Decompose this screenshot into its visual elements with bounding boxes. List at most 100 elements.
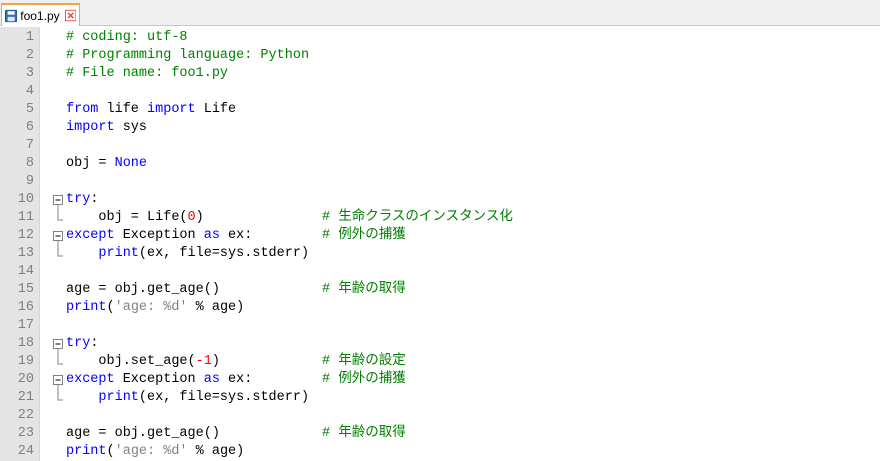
code-text: except Exception as ex: bbox=[66, 227, 252, 245]
code-line[interactable]: 13 print(ex, file=sys.stderr) bbox=[0, 245, 880, 263]
line-number: 17 bbox=[17, 318, 34, 333]
line-number: 4 bbox=[25, 84, 34, 99]
code-token: : bbox=[90, 336, 99, 351]
code-text: age = obj.get_age() bbox=[66, 281, 220, 299]
line-number: 8 bbox=[25, 156, 34, 171]
floppy-disk-icon bbox=[5, 9, 18, 22]
code-line[interactable]: 9 bbox=[0, 173, 880, 191]
code-token: 'age: %d' bbox=[114, 444, 188, 459]
code-line[interactable]: 8 obj = None bbox=[0, 155, 880, 173]
code-token: (ex, file=sys.stderr) bbox=[138, 390, 310, 405]
line-number: 1 bbox=[25, 30, 34, 45]
code-line[interactable]: 4 bbox=[0, 83, 880, 101]
code-text: # File name: foo1.py bbox=[66, 65, 228, 83]
code-text: try: bbox=[66, 335, 98, 353]
code-token: sys bbox=[114, 120, 148, 135]
code-line[interactable]: 6 import sys bbox=[0, 119, 880, 137]
tab-bar: foo1.py bbox=[0, 0, 880, 26]
code-token: 0 bbox=[187, 210, 196, 225]
line-number: 20 bbox=[17, 372, 34, 387]
code-token: ) bbox=[211, 354, 220, 369]
code-token: age = obj.get_age() bbox=[66, 426, 220, 441]
code-text: print(ex, file=sys.stderr) bbox=[66, 245, 309, 263]
code-text: obj.set_age(-1) bbox=[66, 353, 220, 371]
code-line[interactable]: 2 # Programming language: Python bbox=[0, 47, 880, 65]
code-token: print bbox=[98, 246, 139, 261]
code-line[interactable]: 24 print('age: %d' % age) bbox=[0, 443, 880, 461]
fold-minus-icon[interactable] bbox=[52, 371, 64, 389]
code-token: Exception bbox=[114, 228, 204, 243]
code-line[interactable]: 14 bbox=[0, 263, 880, 281]
code-text: print('age: %d' % age) bbox=[66, 443, 244, 461]
line-number: 6 bbox=[25, 120, 34, 135]
code-text: # coding: utf-8 bbox=[66, 29, 188, 47]
code-token: # coding: utf-8 bbox=[66, 30, 188, 45]
code-token: except bbox=[66, 228, 115, 243]
code-line[interactable]: 17 bbox=[0, 317, 880, 335]
code-editor[interactable]: 1 # coding: utf-8 2 # Programming language:… bbox=[0, 27, 880, 461]
inline-comment: # 例外の捕獲 bbox=[322, 372, 406, 387]
code-text: print(ex, file=sys.stderr) bbox=[66, 389, 309, 407]
line-number: 10 bbox=[17, 192, 34, 207]
code-token: % age) bbox=[187, 444, 245, 459]
code-line[interactable]: 5 from life import Life bbox=[0, 101, 880, 119]
code-line[interactable]: 18 try: bbox=[0, 335, 880, 353]
code-token: None bbox=[114, 156, 148, 171]
line-number: 7 bbox=[25, 138, 34, 153]
code-line[interactable]: 11 obj = Life(0) # 生命クラスのインスタンス化 bbox=[0, 209, 880, 227]
fold-end-icon bbox=[57, 209, 63, 221]
tab-foo1-py[interactable]: foo1.py bbox=[1, 3, 80, 26]
code-token: ) bbox=[195, 210, 204, 225]
code-line[interactable]: 23 age = obj.get_age() # 年齢の取得 bbox=[0, 425, 880, 443]
code-line[interactable]: 3 # File name: foo1.py bbox=[0, 65, 880, 83]
code-token: print bbox=[98, 390, 139, 405]
fold-end-icon bbox=[57, 389, 63, 401]
code-token: as bbox=[203, 228, 220, 243]
code-token: import bbox=[147, 102, 196, 117]
code-token: % age) bbox=[187, 300, 245, 315]
line-number: 18 bbox=[17, 336, 34, 351]
code-token: try bbox=[66, 336, 91, 351]
code-token: : bbox=[90, 192, 99, 207]
code-line[interactable]: 21 print(ex, file=sys.stderr) bbox=[0, 389, 880, 407]
code-line[interactable]: 16 print('age: %d' % age) bbox=[0, 299, 880, 317]
code-line[interactable]: 12 except Exception as ex: # 例外の捕獲 bbox=[0, 227, 880, 245]
code-token: -1 bbox=[195, 354, 212, 369]
line-number: 23 bbox=[17, 426, 34, 441]
tab-label: foo1.py bbox=[20, 8, 60, 23]
fold-minus-icon[interactable] bbox=[52, 191, 64, 209]
inline-comment: # 生命クラスのインスタンス化 bbox=[322, 210, 513, 225]
code-token: life bbox=[98, 102, 148, 117]
close-icon[interactable] bbox=[64, 9, 76, 22]
line-number: 22 bbox=[17, 408, 34, 423]
code-token: print bbox=[66, 300, 107, 315]
code-token: import bbox=[66, 120, 115, 135]
code-line[interactable]: 19 obj.set_age(-1) # 年齢の設定 bbox=[0, 353, 880, 371]
code-token: obj = Life( bbox=[66, 210, 188, 225]
code-token: ( bbox=[106, 444, 115, 459]
code-line[interactable]: 7 bbox=[0, 137, 880, 155]
code-token: 'age: %d' bbox=[114, 300, 188, 315]
fold-minus-icon[interactable] bbox=[52, 335, 64, 353]
code-token: Exception bbox=[114, 372, 204, 387]
line-number: 5 bbox=[25, 102, 34, 117]
code-text: try: bbox=[66, 191, 98, 209]
line-number: 2 bbox=[25, 48, 34, 63]
code-text: age = obj.get_age() bbox=[66, 425, 220, 443]
fold-minus-icon[interactable] bbox=[52, 227, 64, 245]
code-line[interactable]: 1 # coding: utf-8 bbox=[0, 29, 880, 47]
code-line[interactable]: 22 bbox=[0, 407, 880, 425]
line-number: 21 bbox=[17, 390, 34, 405]
code-line[interactable]: 15 age = obj.get_age() # 年齢の取得 bbox=[0, 281, 880, 299]
inline-comment: # 年齢の設定 bbox=[322, 354, 406, 369]
line-number: 9 bbox=[25, 174, 34, 189]
code-token: as bbox=[203, 372, 220, 387]
code-token: # Programming language: Python bbox=[66, 48, 310, 63]
code-text: print('age: %d' % age) bbox=[66, 299, 244, 317]
code-line[interactable]: 20 except Exception as ex: # 例外の捕獲 bbox=[0, 371, 880, 389]
code-token: from bbox=[66, 102, 99, 117]
line-number: 15 bbox=[17, 282, 34, 297]
inline-comment: # 例外の捕獲 bbox=[322, 228, 406, 243]
line-number: 19 bbox=[17, 354, 34, 369]
code-line[interactable]: 10 try: bbox=[0, 191, 880, 209]
